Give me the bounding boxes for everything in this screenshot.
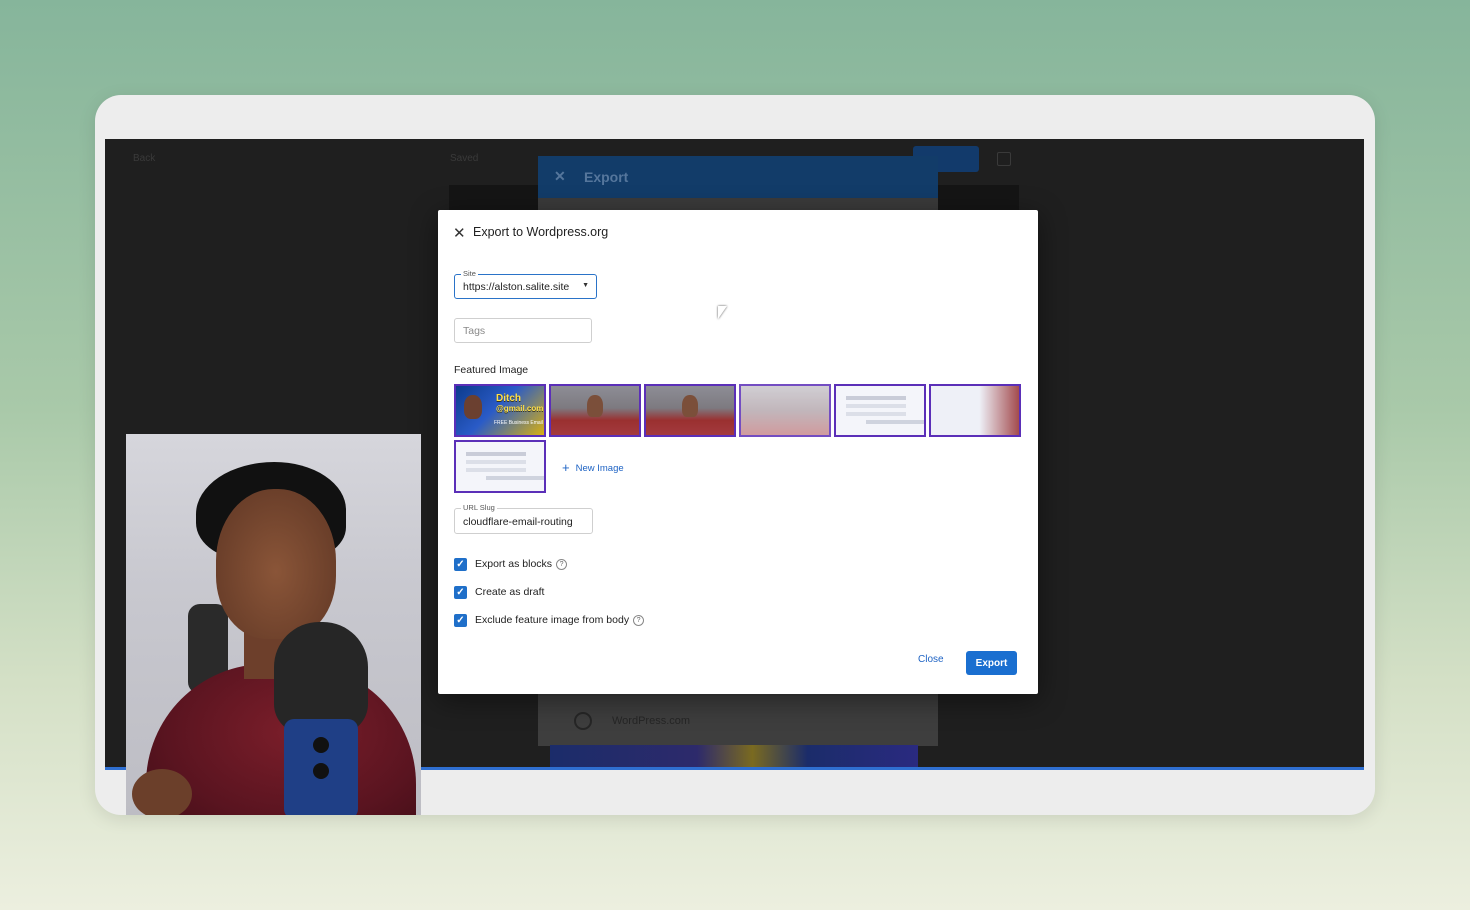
featured-image-thumbnail[interactable]	[834, 384, 926, 437]
thumbnail-subtext: FREE Business Email	[494, 420, 543, 426]
background-panel-title: Export	[584, 169, 629, 185]
close-button[interactable]: Close	[918, 654, 944, 665]
microphone-knob	[313, 737, 329, 753]
thumbnail-face	[464, 395, 482, 419]
background-back-link: Back	[133, 153, 156, 164]
background-panel-row-label: WordPress.com	[612, 715, 691, 727]
new-image-button[interactable]: + New Image	[562, 459, 624, 475]
webcam-overlay	[126, 434, 421, 815]
background-square-icon	[997, 152, 1011, 166]
site-value: https://alston.salite.site	[463, 281, 570, 293]
featured-image-thumbnail[interactable]	[454, 440, 546, 493]
export-dialog: ✕ Export to Wordpress.org Site https://a…	[438, 210, 1038, 694]
help-icon[interactable]: ?	[556, 559, 568, 570]
export-button[interactable]: Export	[966, 651, 1017, 675]
featured-image-thumbnail[interactable]	[929, 384, 1021, 437]
exclude-feature-image-label: Exclude feature image from body	[475, 614, 630, 626]
thumbnail-text-line1: Ditch	[496, 393, 521, 404]
featured-image-thumbnail[interactable]	[644, 384, 736, 437]
dialog-title: Export to Wordpress.org	[473, 225, 609, 239]
create-as-draft-label: Create as draft	[475, 586, 545, 598]
background-panel-header: ✕ Export	[538, 156, 938, 198]
checkbox-checked-icon: ✓	[454, 614, 467, 627]
new-image-label: New Image	[575, 463, 624, 474]
tags-input[interactable]	[463, 325, 583, 337]
checkbox-checked-icon: ✓	[454, 558, 467, 571]
site-select[interactable]: Site https://alston.salite.site ▼	[454, 269, 597, 299]
webcam-person-head	[216, 489, 336, 639]
background-saved-status: Saved	[450, 153, 479, 164]
microphone-body	[284, 719, 358, 815]
help-icon[interactable]: ?	[633, 615, 645, 626]
url-slug-label: URL Slug	[461, 503, 497, 512]
background-panel-row: WordPress.com	[538, 696, 938, 746]
site-label: Site	[461, 269, 478, 278]
export-as-blocks-label: Export as blocks	[475, 558, 553, 570]
featured-image-thumbnail[interactable]	[739, 384, 831, 437]
tags-field[interactable]	[454, 318, 592, 343]
url-slug-input[interactable]	[463, 516, 587, 528]
wordpress-icon	[574, 712, 592, 730]
plus-icon: +	[562, 460, 570, 475]
background-close-icon: ✕	[554, 168, 566, 184]
close-icon[interactable]: ✕	[453, 226, 466, 241]
checkbox-checked-icon: ✓	[454, 586, 467, 599]
mouse-cursor-icon	[718, 306, 727, 319]
featured-image-thumbnail[interactable]: Ditch @gmail.com FREE Business Email	[454, 384, 546, 437]
featured-image-label: Featured Image	[454, 364, 529, 376]
url-slug-field[interactable]: URL Slug	[454, 503, 593, 534]
microphone-knob	[313, 763, 329, 779]
thumbnail-headline: Ditch @gmail.com	[496, 394, 543, 414]
background-thumbnail-strip	[550, 745, 918, 767]
webcam-person-hand	[132, 769, 192, 815]
microphone-icon	[274, 622, 368, 734]
thumbnail-text-line2: @gmail.com	[496, 404, 544, 413]
caret-down-icon: ▼	[582, 282, 589, 289]
featured-image-thumbnail[interactable]	[549, 384, 641, 437]
